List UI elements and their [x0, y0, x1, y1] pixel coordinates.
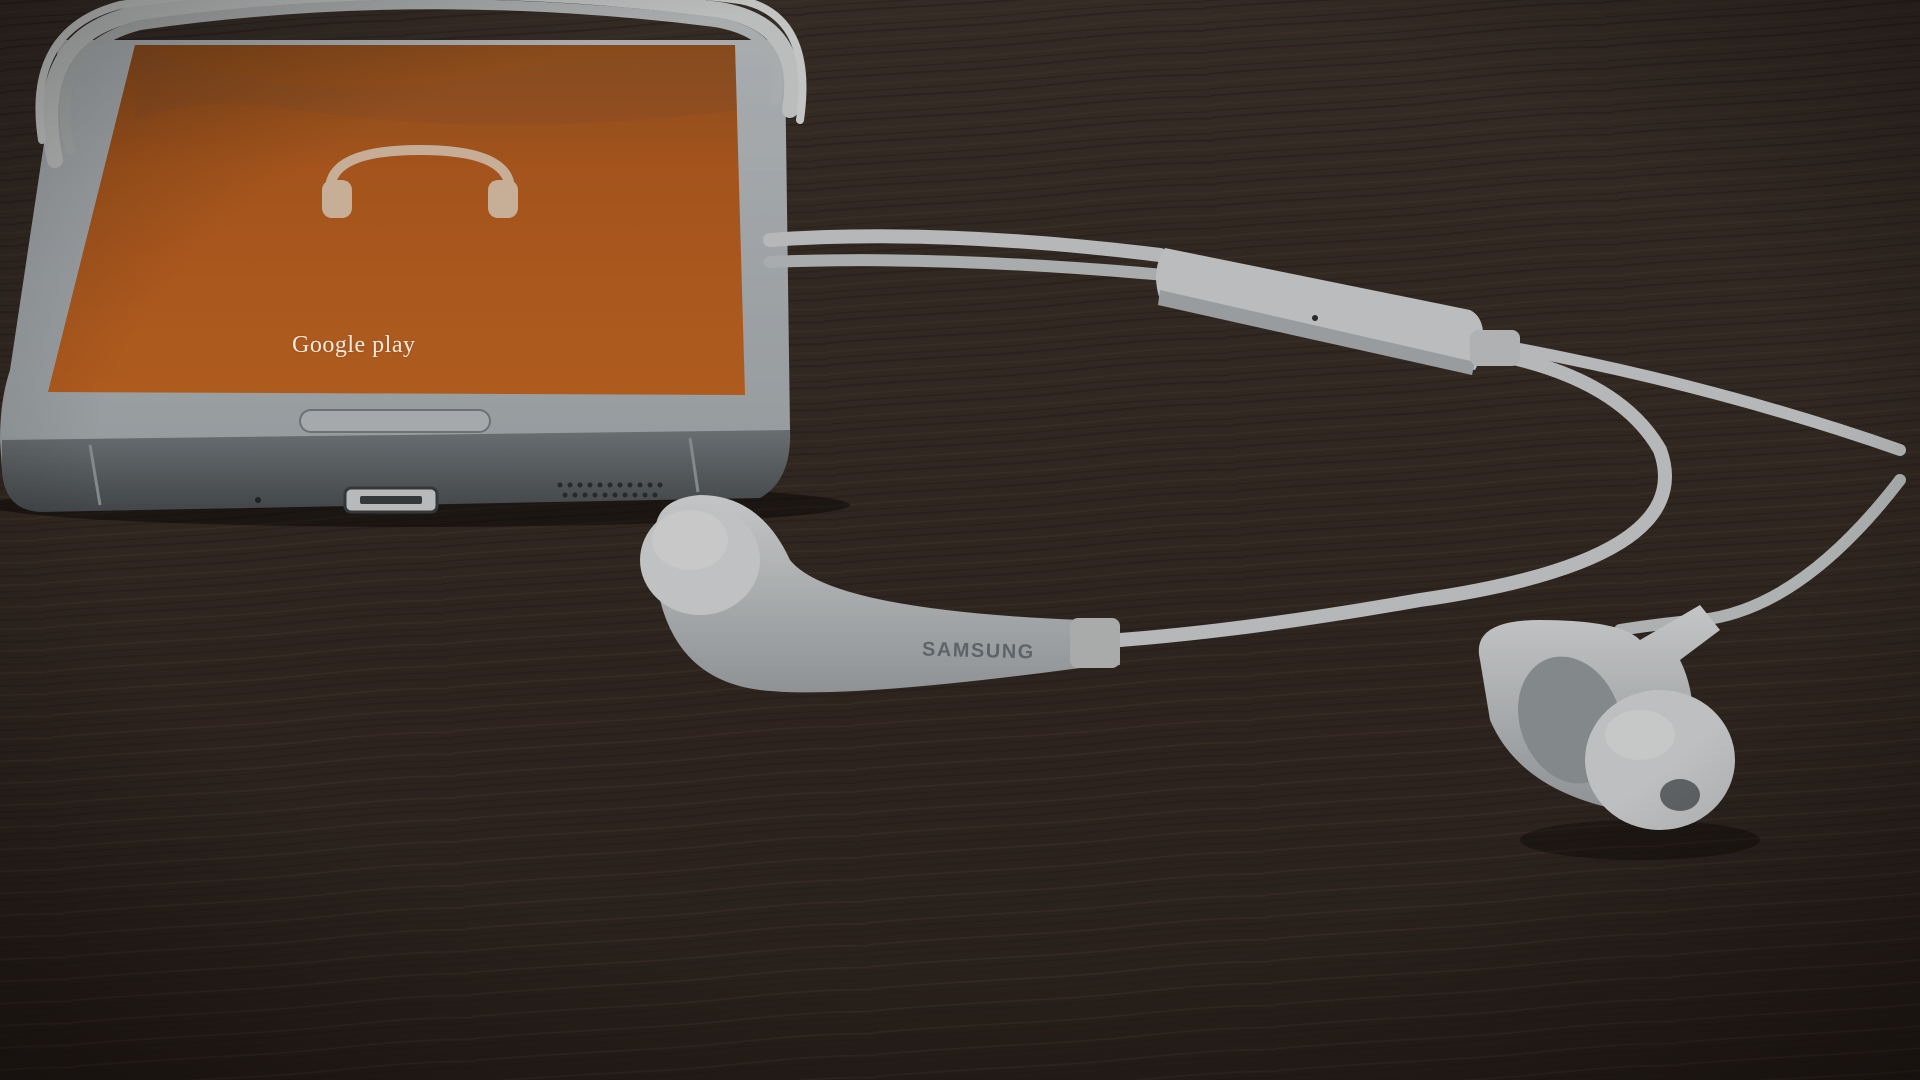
google-play-label: Google play	[292, 332, 416, 358]
scene-graphics	[0, 0, 1920, 1080]
samsung-brand-label: SAMSUNG	[921, 638, 1036, 664]
photo-scene: Google play SAMSUNG	[0, 0, 1920, 1080]
